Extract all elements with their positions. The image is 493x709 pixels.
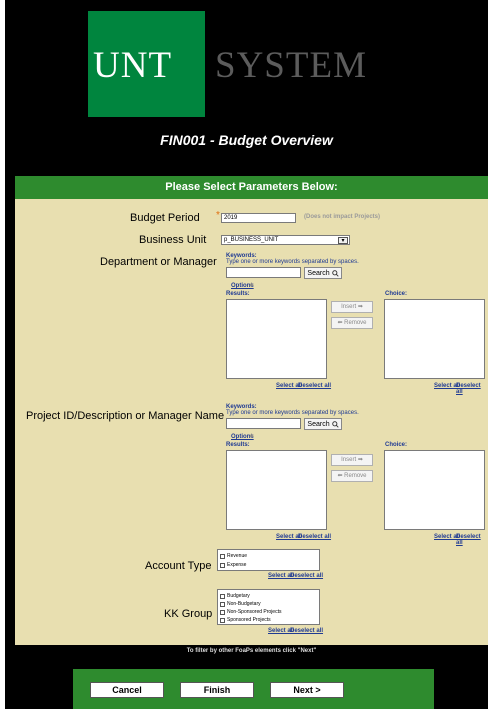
checkbox-icon[interactable] — [220, 609, 225, 615]
budgetary-label: Budgetary — [227, 593, 250, 599]
dept-results-deselect-all[interactable]: Deselect all — [298, 383, 331, 389]
dept-search-button[interactable]: Search — [304, 267, 342, 279]
dept-insert-button[interactable]: Insert ➡ — [331, 301, 373, 313]
checkbox-icon[interactable] — [220, 562, 225, 568]
project-label: Project ID/Description or Manager Name — [26, 410, 225, 422]
dept-remove-button[interactable]: ⬅ Remove — [331, 317, 373, 329]
dept-choice-label: Choice: — [385, 291, 408, 297]
account-deselect-all[interactable]: Deselect all — [290, 573, 323, 579]
parameters-header: Please Select Parameters Below: — [15, 176, 488, 199]
department-label: Department or Manager — [100, 256, 217, 268]
search-icon — [331, 269, 339, 277]
proj-results-deselect-all[interactable]: Deselect all — [298, 534, 331, 540]
checkbox-icon[interactable] — [220, 601, 225, 607]
proj-choice-label: Choice: — [385, 442, 408, 448]
cancel-button[interactable]: Cancel — [90, 682, 164, 698]
dept-keyword-input[interactable] — [226, 267, 301, 278]
proj-results-label: Results: — [226, 442, 250, 448]
proj-insert-button[interactable]: Insert ➡ — [331, 454, 373, 466]
footer-note: To filter by other FoaPs elements click … — [186, 648, 317, 654]
report-title: FIN001 - Budget Overview — [160, 132, 333, 148]
proj-search-label: Search — [307, 421, 330, 428]
parameters-form: Budget Period * 2019 (Does not impact Pr… — [15, 199, 488, 645]
logo-system-text: SYSTEM — [215, 45, 367, 86]
dept-choice-list[interactable] — [384, 299, 485, 379]
proj-choice-deselect-all[interactable]: Deselect all — [456, 534, 488, 546]
revenue-label: Revenue — [227, 553, 248, 559]
chevron-down-icon: ✱ — [249, 283, 255, 289]
proj-remove-button[interactable]: ⬅ Remove — [331, 470, 373, 482]
dept-results-label: Results: — [226, 291, 250, 297]
next-button[interactable]: Next > — [270, 682, 344, 698]
kk-group-label: KK Group — [164, 608, 213, 620]
kk-deselect-all[interactable]: Deselect all — [290, 628, 323, 634]
non-budgetary-label: Non-Budgetary — [227, 601, 261, 607]
business-unit-select[interactable]: p_BUSINESS_UNIT ▾ — [221, 235, 350, 245]
checkbox-non-budgetary[interactable]: Non-Budgetary — [220, 601, 261, 607]
business-unit-label: Business Unit — [139, 234, 207, 246]
search-icon — [331, 420, 339, 428]
checkbox-icon[interactable] — [220, 593, 225, 599]
checkbox-budgetary[interactable]: Budgetary — [220, 593, 250, 599]
account-type-label: Account Type — [145, 560, 212, 572]
checkbox-icon[interactable] — [220, 553, 225, 559]
non-sponsored-label: Non-Sponsored Projects — [227, 609, 282, 615]
sponsored-label: Sponsored Projects — [227, 617, 271, 623]
dept-keywords-hint: Type one or more keywords separated by s… — [226, 259, 359, 265]
dept-choice-deselect-all[interactable]: Deselect all — [456, 383, 488, 395]
checkbox-icon[interactable] — [220, 617, 225, 623]
account-type-checklist: Revenue Expense — [217, 549, 320, 571]
proj-keywords-hint: Type one or more keywords separated by s… — [226, 410, 359, 416]
checkbox-revenue[interactable]: Revenue — [220, 553, 247, 559]
proj-choice-list[interactable] — [384, 450, 485, 530]
chevron-down-icon: ✱ — [249, 434, 255, 440]
checkbox-sponsored[interactable]: Sponsored Projects — [220, 617, 271, 623]
checkbox-expense[interactable]: Expense — [220, 562, 246, 568]
budget-period-label: Budget Period — [130, 212, 200, 224]
required-marker: * — [216, 210, 220, 221]
checkbox-non-sponsored[interactable]: Non-Sponsored Projects — [220, 609, 281, 615]
kk-group-checklist: Budgetary Non-Budgetary Non-Sponsored Pr… — [217, 589, 320, 625]
finish-button[interactable]: Finish — [180, 682, 254, 698]
proj-results-list[interactable] — [226, 450, 327, 530]
business-unit-value: p_BUSINESS_UNIT — [224, 237, 279, 243]
proj-search-button[interactable]: Search — [304, 418, 342, 430]
chevron-down-icon[interactable]: ▾ — [338, 237, 348, 244]
proj-keyword-input[interactable] — [226, 418, 301, 429]
logo-unt-text: UNT — [93, 45, 173, 86]
budget-period-hint: (Does not impact Projects) — [304, 214, 381, 220]
report-page: UNT SYSTEM FIN001 - Budget Overview Plea… — [5, 0, 488, 709]
dept-search-label: Search — [307, 270, 330, 277]
budget-period-input[interactable]: 2019 — [221, 213, 296, 223]
dept-results-list[interactable] — [226, 299, 327, 379]
expense-label: Expense — [227, 562, 247, 568]
